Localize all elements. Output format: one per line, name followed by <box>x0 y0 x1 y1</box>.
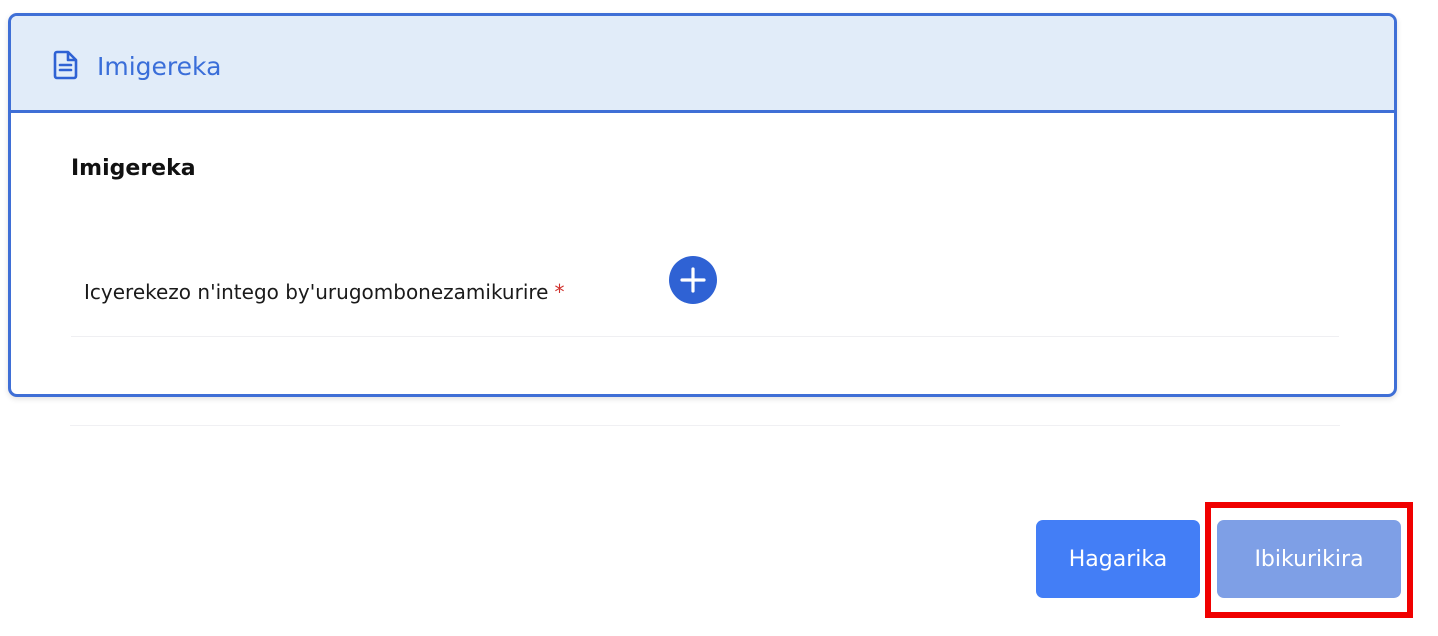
next-button[interactable]: Ibikurikira <box>1217 520 1401 598</box>
section-title: Imigereka <box>71 156 196 181</box>
card-header-title: Imigereka <box>97 52 222 81</box>
required-marker: * <box>554 280 565 304</box>
field-label-text: Icyerekezo n'intego by'urugombonezamikur… <box>84 280 549 304</box>
cancel-button[interactable]: Hagarika <box>1036 520 1200 598</box>
add-item-button[interactable] <box>669 256 717 304</box>
document-icon <box>53 50 78 80</box>
plus-icon <box>680 267 706 293</box>
card-header: Imigereka <box>11 16 1394 113</box>
field-divider <box>71 336 1339 337</box>
field-label: Icyerekezo n'intego by'urugombonezamikur… <box>84 280 564 304</box>
form-card: Imigereka Imigereka Icyerekezo n'intego … <box>8 13 1397 397</box>
content-divider <box>70 425 1340 426</box>
